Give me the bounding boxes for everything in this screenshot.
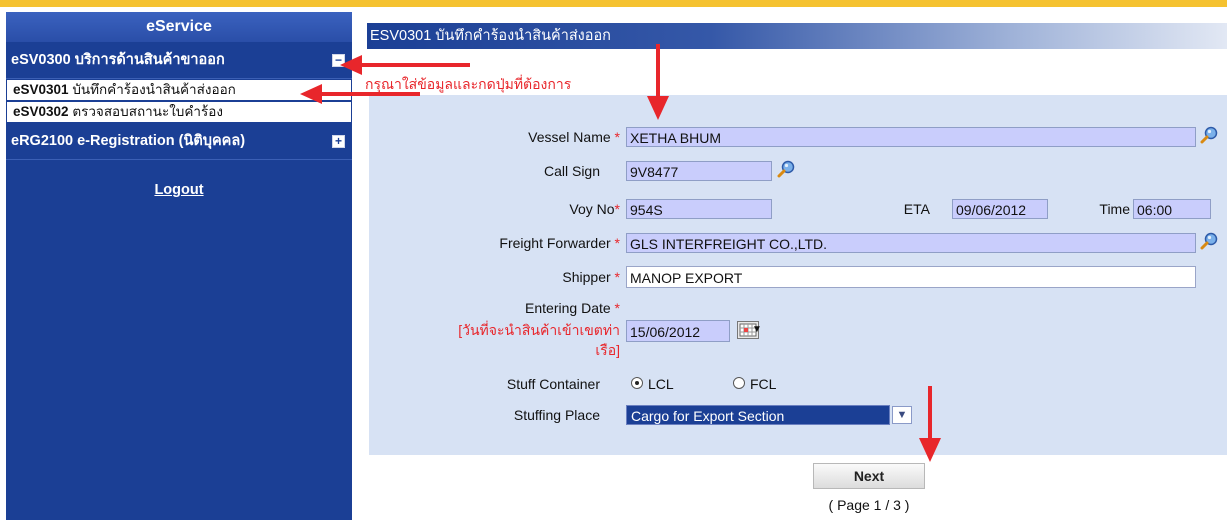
- shipper-field[interactable]: MANOP EXPORT: [626, 266, 1196, 288]
- stuffing-place-select[interactable]: Cargo for Export Section: [626, 405, 890, 425]
- page-indicator: ( Page 1 / 3 ): [828, 497, 910, 513]
- eta-field[interactable]: 09/06/2012: [952, 199, 1048, 219]
- vessel-name-label: Vessel Name *: [440, 129, 620, 145]
- required-marker: *: [610, 235, 620, 251]
- freight-forwarder-label: Freight Forwarder *: [440, 235, 620, 251]
- sidebar-item-code: eSV0301: [13, 82, 69, 97]
- vessel-name-label-text: Vessel Name: [528, 129, 611, 145]
- eta-label: ETA: [903, 201, 930, 217]
- collapse-icon[interactable]: −: [332, 54, 345, 67]
- sidebar-group-erg2100[interactable]: eRG2100 e-Registration (นิติบุคคล) +: [6, 123, 352, 160]
- radio-fcl[interactable]: [733, 377, 745, 389]
- call-sign-label: Call Sign: [543, 163, 600, 179]
- logout-container: Logout: [6, 181, 352, 198]
- required-marker: *: [614, 201, 620, 217]
- sidebar-title: eService: [6, 12, 352, 42]
- page-title: ESV0301 บันทึกคำร้องนำสินค้าส่งออก: [367, 23, 1227, 49]
- time-label: Time: [1099, 201, 1130, 217]
- shipper-label-text: Shipper: [562, 269, 611, 285]
- search-icon[interactable]: [777, 160, 795, 178]
- entering-date-label-text: Entering Date: [525, 300, 611, 316]
- expand-icon[interactable]: +: [332, 135, 345, 148]
- shipper-label: Shipper *: [440, 269, 620, 285]
- sidebar: eService eSV0300 บริการด้านสินค้าขาออก −…: [6, 12, 352, 520]
- stuffing-place-label: Stuffing Place: [513, 407, 600, 423]
- radio-lcl-label: LCL: [648, 376, 674, 392]
- sidebar-item-label: บันทึกคำร้องนำสินค้าส่งออก: [68, 82, 236, 97]
- sidebar-item-esv0301[interactable]: eSV0301 บันทึกคำร้องนำสินค้าส่งออก: [6, 79, 352, 101]
- freight-forwarder-label-text: Freight Forwarder: [499, 235, 611, 251]
- stuff-container-label: Stuff Container: [506, 376, 600, 392]
- instruction-text: กรุณาใส่ข้อมูลและกดปุ่มที่ต้องการ: [365, 76, 572, 92]
- top-accent-bar: [0, 0, 1227, 7]
- search-icon[interactable]: [1200, 126, 1218, 144]
- chevron-down-icon[interactable]: ▼: [892, 406, 912, 424]
- radio-fcl-label: FCL: [750, 376, 777, 392]
- radio-lcl[interactable]: [631, 377, 643, 389]
- entering-date-label: Entering Date *: [380, 300, 620, 316]
- search-icon[interactable]: [1200, 232, 1218, 250]
- required-marker: *: [610, 300, 620, 316]
- entering-date-field[interactable]: 15/06/2012: [626, 320, 730, 342]
- entering-date-note: [วันที่จะนำสินค้าเข้าเขตท่า: [458, 322, 620, 338]
- sidebar-item-esv0302[interactable]: eSV0302 ตรวจสอบสถานะใบคำร้อง: [6, 101, 352, 123]
- sidebar-item-code: eSV0302: [13, 104, 69, 119]
- sidebar-group-esv0300[interactable]: eSV0300 บริการด้านสินค้าขาออก −: [6, 42, 352, 79]
- vessel-name-field[interactable]: XETHA BHUM: [626, 127, 1196, 147]
- sidebar-group-label: eRG2100 e-Registration (นิติบุคคล): [11, 133, 246, 149]
- logout-link[interactable]: Logout: [154, 182, 203, 198]
- sidebar-item-label: ตรวจสอบสถานะใบคำร้อง: [68, 104, 223, 119]
- next-button[interactable]: Next: [813, 463, 925, 489]
- call-sign-field[interactable]: 9V8477: [626, 161, 772, 181]
- time-field[interactable]: 06:00: [1133, 199, 1211, 219]
- required-marker: *: [610, 269, 620, 285]
- required-marker: *: [610, 129, 620, 145]
- voy-no-label: Voy No*: [440, 201, 620, 217]
- sidebar-group-label: eSV0300 บริการด้านสินค้าขาออก: [11, 52, 225, 68]
- voy-no-field[interactable]: 954S: [626, 199, 772, 219]
- freight-forwarder-field[interactable]: GLS INTERFREIGHT CO.,LTD.: [626, 233, 1196, 253]
- calendar-dropdown-icon[interactable]: ▼: [752, 321, 762, 339]
- entering-date-note-2: เรือ]: [595, 342, 620, 358]
- voy-no-label-text: Voy No: [569, 201, 615, 217]
